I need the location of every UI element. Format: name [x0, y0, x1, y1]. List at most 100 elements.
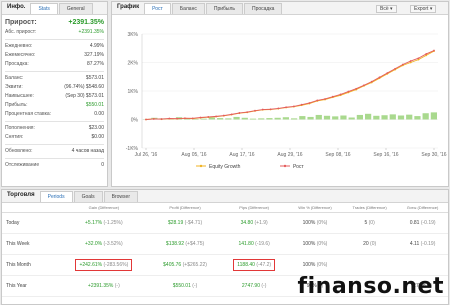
tab-stats[interactable]: Stats	[30, 3, 58, 14]
legend-label: Equity Growth	[209, 164, 241, 170]
data-point	[246, 111, 249, 113]
data-point	[378, 76, 381, 79]
data-point	[277, 107, 280, 110]
bar	[389, 114, 396, 120]
export-button[interactable]: Export ▾	[410, 5, 437, 13]
stat-row-gain: Прирост: +2391.35%	[5, 19, 104, 26]
bar	[340, 115, 347, 120]
data-point	[324, 98, 326, 100]
stat-row-abs-gain: Абс. прирост: +2391.35%	[5, 29, 104, 35]
x-tick-label: Aug 17, '16	[229, 152, 254, 158]
data-point	[207, 116, 210, 118]
bar	[414, 116, 421, 120]
y-tick-label: 1K%	[127, 89, 138, 95]
data-point	[355, 87, 358, 90]
data-point	[363, 84, 365, 87]
bar	[422, 113, 429, 120]
data-point	[409, 60, 412, 62]
bar	[217, 118, 224, 120]
trading-tabs: Торговля Periods Goals Browser	[2, 190, 448, 203]
table-header-row: Gain (Difference) Profit (Difference) Pi…	[2, 203, 448, 213]
bar	[430, 112, 437, 120]
x-axis: Jul 26, '16 Aug 05, '16 Aug 17, '16 Aug 29,…	[135, 152, 447, 158]
bar	[323, 115, 331, 120]
legend-label: Рост	[293, 164, 304, 170]
data-point	[370, 80, 373, 83]
chevron-down-icon: ▾	[390, 6, 393, 12]
x-tick-label: Aug 05, '16	[181, 152, 206, 158]
series-lines	[145, 49, 435, 121]
stat-row-interest: Процентная ставка: 0.00	[5, 111, 104, 117]
watermark: finanso.net	[297, 274, 444, 299]
tab-goals[interactable]: Goals	[73, 191, 103, 202]
col-win: Win % (Difference)	[287, 203, 342, 213]
stat-row-drawdown: Просадка: 87.27%	[5, 61, 104, 67]
bar	[332, 116, 339, 120]
col-trades: Trades (Difference)	[341, 203, 398, 213]
divider	[5, 158, 104, 159]
data-point	[145, 118, 147, 121]
data-point	[222, 114, 225, 117]
data-point	[238, 112, 241, 114]
info-tabs: Инфо. Stats General	[2, 2, 107, 15]
chevron-down-icon: ▾	[429, 6, 433, 12]
data-point	[417, 57, 420, 60]
tab-balance[interactable]: Баланс	[171, 3, 205, 14]
divider	[5, 71, 104, 72]
bar	[249, 118, 257, 120]
data-point	[269, 108, 272, 111]
info-panel: Инфо. Stats General Прирост: +2391.35% Аб…	[1, 1, 108, 187]
col-profit: Profit (Difference)	[149, 203, 221, 213]
table-row[interactable]: This Month +242.61% (-283.56%) $405.76 (…	[2, 254, 448, 276]
tab-drawdown[interactable]: Просадка	[244, 3, 283, 14]
bar	[373, 115, 380, 120]
legend-marker	[199, 164, 203, 168]
data-point	[425, 53, 428, 55]
x-tick-label: Jul 26, '16	[135, 152, 158, 158]
bar	[274, 117, 281, 120]
tab-browser[interactable]: Browser	[103, 191, 138, 202]
tab-profit[interactable]: Прибыль	[205, 3, 243, 14]
table-row[interactable]: This Week +32.0% (-3.52%) $138.92 (+$4.7…	[2, 233, 448, 255]
data-point	[152, 118, 155, 120]
data-point	[401, 63, 404, 66]
tab-periods[interactable]: Periods	[39, 191, 73, 202]
highlight-box: 1188.40 (-47.2)	[233, 258, 276, 271]
bar	[299, 116, 306, 120]
range-dropdown[interactable]: Всё ▾	[376, 5, 397, 13]
tab-growth[interactable]: Рост	[144, 3, 171, 14]
divider	[5, 144, 104, 145]
chart-grid	[141, 33, 438, 150]
stat-row-balance: Баланс: $573.01	[5, 75, 104, 81]
legend-marker	[283, 164, 287, 168]
data-point	[339, 93, 342, 96]
tab-general[interactable]: General	[58, 3, 93, 14]
x-tick-label: Sep 30, '16	[421, 152, 446, 158]
bar	[258, 118, 265, 120]
bar	[348, 117, 355, 120]
bar	[381, 115, 388, 120]
y-tick-label: 3K%	[127, 32, 138, 38]
bar	[225, 118, 232, 120]
data-point	[191, 117, 194, 120]
data-point	[347, 90, 350, 93]
x-tick-label: Sep 16, '16	[373, 152, 398, 158]
bar	[208, 117, 215, 120]
data-point	[254, 109, 256, 112]
bar	[315, 114, 322, 120]
table-row[interactable]: Today +5.17% (-1.25%) $28.19 (-$4.71) 34…	[2, 212, 448, 234]
data-point	[215, 115, 217, 118]
data-point	[316, 99, 319, 102]
data-point	[168, 117, 171, 120]
stat-row-withdrawals: Снятия: $0.00	[5, 134, 104, 140]
bar	[406, 114, 413, 120]
data-point	[331, 95, 334, 98]
data-point	[184, 117, 186, 120]
data-point	[199, 116, 202, 119]
y-axis: 3K%2K%1K%0%-1K%	[126, 32, 139, 152]
divider	[5, 39, 104, 40]
series-line	[145, 50, 435, 120]
bar	[282, 117, 289, 120]
data-point	[300, 103, 303, 106]
trading-title: Торговля	[7, 191, 35, 198]
